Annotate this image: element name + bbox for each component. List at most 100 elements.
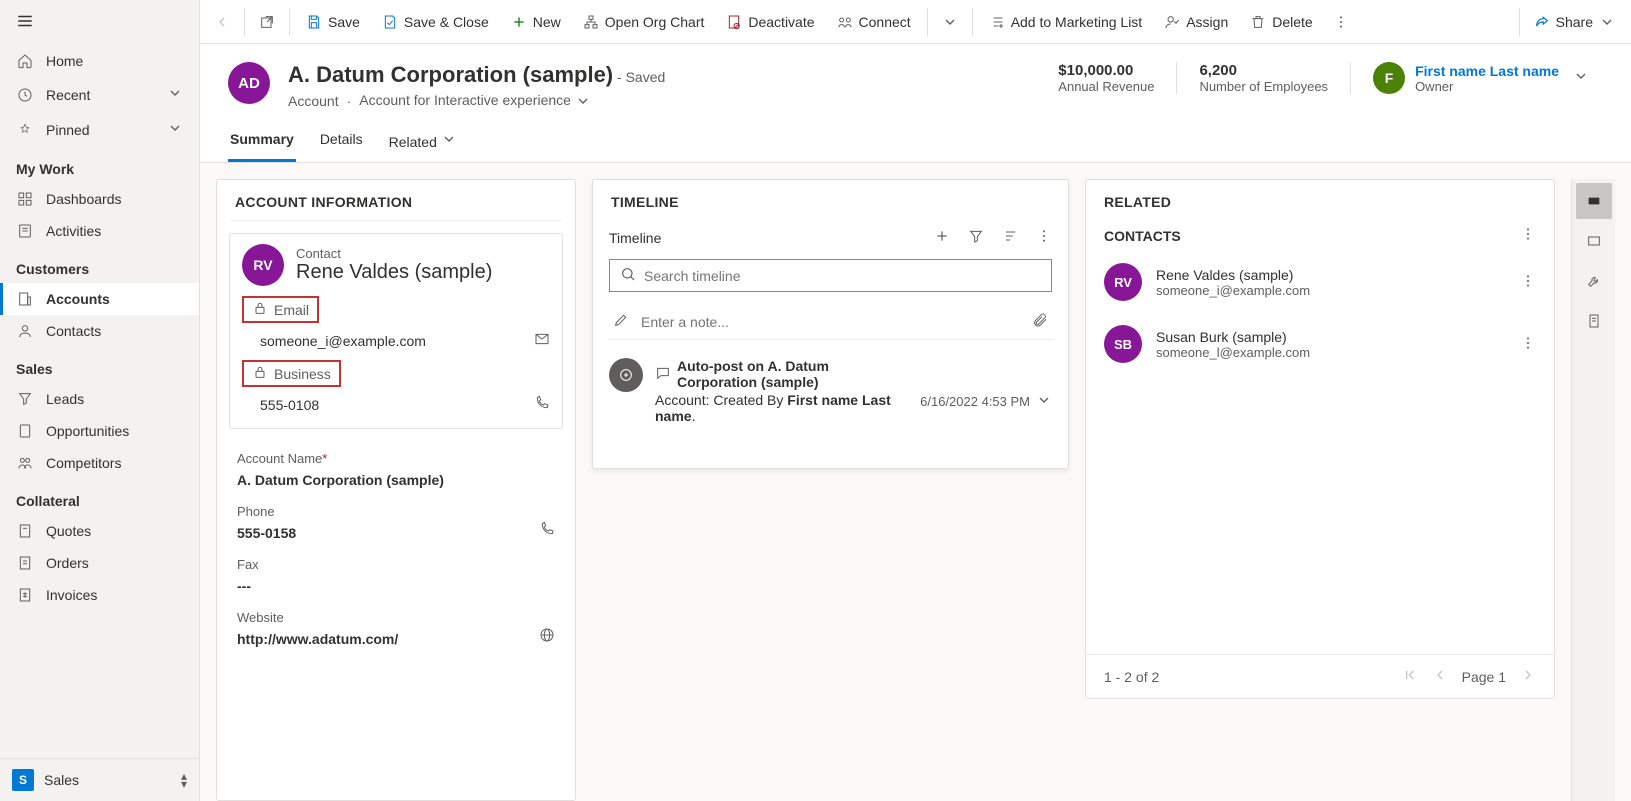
share-button[interactable]: Share	[1524, 8, 1625, 36]
pager-range: 1 - 2 of 2	[1104, 669, 1159, 685]
sidebar-area-switcher[interactable]: S Sales ▴▾	[0, 758, 199, 801]
contact-row[interactable]: SB Susan Burk (sample) someone_l@example…	[1086, 313, 1554, 375]
primary-contact-card: RV Contact Rene Valdes (sample) Email so…	[229, 233, 563, 429]
sidebar-item-quotes[interactable]: Quotes	[0, 515, 199, 547]
account-information-panel: ACCOUNT INFORMATION RV Contact Rene Vald…	[216, 179, 576, 801]
row-more-button[interactable]	[1520, 273, 1536, 292]
contact-row[interactable]: RV Rene Valdes (sample) someone_i@exampl…	[1086, 251, 1554, 313]
add-marketing-list-button[interactable]: Add to Marketing List	[979, 8, 1153, 36]
assign-button[interactable]: Assign	[1154, 8, 1238, 36]
autopost-icon	[609, 358, 643, 392]
stat-employees[interactable]: 6,200 Number of Employees	[1176, 62, 1350, 94]
contacts-subgrid-title: CONTACTS	[1104, 228, 1181, 244]
field-fax[interactable]: Fax ---	[217, 549, 575, 602]
field-account-name[interactable]: Account Name* A. Datum Corporation (samp…	[217, 443, 575, 496]
tab-summary[interactable]: Summary	[228, 123, 296, 162]
org-chart-icon	[583, 14, 599, 30]
sidebar-item-dashboards[interactable]: Dashboards	[0, 183, 199, 215]
timeline-note-input[interactable]	[641, 314, 1020, 330]
lock-icon	[252, 364, 268, 383]
sidebar-item-label: Accounts	[46, 291, 110, 307]
chevron-down-icon	[1599, 14, 1615, 30]
share-icon	[1534, 14, 1550, 30]
save-close-button[interactable]: Save & Close	[372, 8, 499, 36]
mail-action-icon[interactable]	[534, 331, 550, 350]
contacts-more-button[interactable]	[1520, 226, 1536, 245]
connect-button[interactable]: Connect	[827, 8, 921, 36]
sidebar-item-home[interactable]: Home	[0, 45, 199, 77]
header-expand-button[interactable]	[1559, 62, 1603, 93]
sidebar-item-competitors[interactable]: Competitors	[0, 447, 199, 479]
timeline-add-button[interactable]	[934, 228, 950, 247]
clock-icon	[16, 87, 34, 103]
sidebar-item-orders[interactable]: Orders	[0, 547, 199, 579]
tab-details[interactable]: Details	[318, 123, 365, 162]
hamburger-button[interactable]	[0, 0, 199, 45]
timeline-note[interactable]	[609, 304, 1052, 340]
sidebar-item-contacts[interactable]: Contacts	[0, 315, 199, 347]
contact-name: Susan Burk (sample)	[1156, 329, 1310, 345]
field-phone[interactable]: Phone 555-0158	[217, 496, 575, 549]
rail-assistant-button[interactable]	[1576, 183, 1612, 219]
pager-first-button[interactable]	[1402, 667, 1418, 686]
sidebar-item-recent[interactable]: Recent	[0, 77, 199, 112]
timeline-sort-button[interactable]	[1002, 228, 1018, 247]
chevron-down-icon	[167, 85, 183, 104]
sidebar-item-label: Contacts	[46, 323, 101, 339]
rail-panel-button[interactable]	[1576, 223, 1612, 259]
popout-button[interactable]	[251, 8, 283, 36]
contact-email: someone_i@example.com	[1156, 283, 1310, 298]
pager-prev-button[interactable]	[1432, 667, 1448, 686]
invoices-icon	[16, 587, 34, 603]
arrow-left-icon	[214, 14, 230, 30]
chevron-down-icon	[167, 120, 183, 139]
sidebar-group-collateral: Collateral	[0, 479, 199, 515]
globe-action-icon[interactable]	[539, 627, 555, 646]
stat-revenue[interactable]: $10,000.00 Annual Revenue	[1036, 62, 1176, 94]
search-icon	[620, 266, 636, 285]
business-phone-value[interactable]: 555-0108	[260, 397, 534, 413]
email-locked-label: Email	[242, 296, 319, 323]
email-value[interactable]: someone_i@example.com	[260, 333, 534, 349]
tab-related[interactable]: Related	[387, 123, 459, 162]
field-website[interactable]: Website http://www.adatum.com/	[217, 602, 575, 655]
sidebar-item-accounts[interactable]: Accounts	[0, 283, 199, 315]
sidebar-group-mywork: My Work	[0, 147, 199, 183]
record-avatar: AD	[228, 62, 270, 104]
timeline-item-title: Auto-post on A. Datum Corporation (sampl…	[677, 358, 908, 390]
overflow-button[interactable]	[1325, 8, 1357, 36]
sidebar-item-leads[interactable]: Leads	[0, 383, 199, 415]
rail-docs-button[interactable]	[1576, 303, 1612, 339]
chevron-down-icon[interactable]	[1036, 392, 1052, 411]
open-org-chart-button[interactable]: Open Org Chart	[573, 8, 715, 36]
new-button[interactable]: New	[501, 8, 571, 36]
sidebar-item-activities[interactable]: Activities	[0, 215, 199, 247]
pin-icon	[16, 122, 34, 138]
row-more-button[interactable]	[1520, 335, 1536, 354]
back-button[interactable]	[206, 8, 238, 36]
sidebar-item-opportunities[interactable]: Opportunities	[0, 415, 199, 447]
sidebar-item-invoices[interactable]: Invoices	[0, 579, 199, 611]
rail-tools-button[interactable]	[1576, 263, 1612, 299]
connect-dropdown[interactable]	[934, 8, 966, 36]
owner-block[interactable]: F First name Last name Owner	[1350, 62, 1559, 94]
pager-page-label: Page 1	[1462, 669, 1506, 685]
pencil-icon	[613, 312, 629, 331]
deactivate-button[interactable]: Deactivate	[716, 8, 824, 36]
form-selector[interactable]: Account for Interactive experience	[359, 92, 591, 109]
sidebar-item-pinned[interactable]: Pinned	[0, 112, 199, 147]
timeline-search[interactable]	[609, 259, 1052, 292]
contact-name[interactable]: Rene Valdes (sample)	[296, 261, 492, 284]
timeline-filter-button[interactable]	[968, 228, 984, 247]
phone-action-icon[interactable]	[539, 521, 555, 540]
record-header: AD A. Datum Corporation (sample) - Saved…	[200, 44, 1631, 109]
save-button[interactable]: Save	[296, 8, 370, 36]
sidebar-item-label: Home	[46, 53, 83, 69]
timeline-more-button[interactable]	[1036, 228, 1052, 247]
attachment-icon[interactable]	[1032, 312, 1048, 331]
timeline-item[interactable]: Auto-post on A. Datum Corporation (sampl…	[593, 350, 1068, 438]
timeline-search-input[interactable]	[644, 268, 1041, 284]
pager-next-button[interactable]	[1520, 667, 1536, 686]
delete-button[interactable]: Delete	[1240, 8, 1322, 36]
phone-action-icon[interactable]	[534, 395, 550, 414]
